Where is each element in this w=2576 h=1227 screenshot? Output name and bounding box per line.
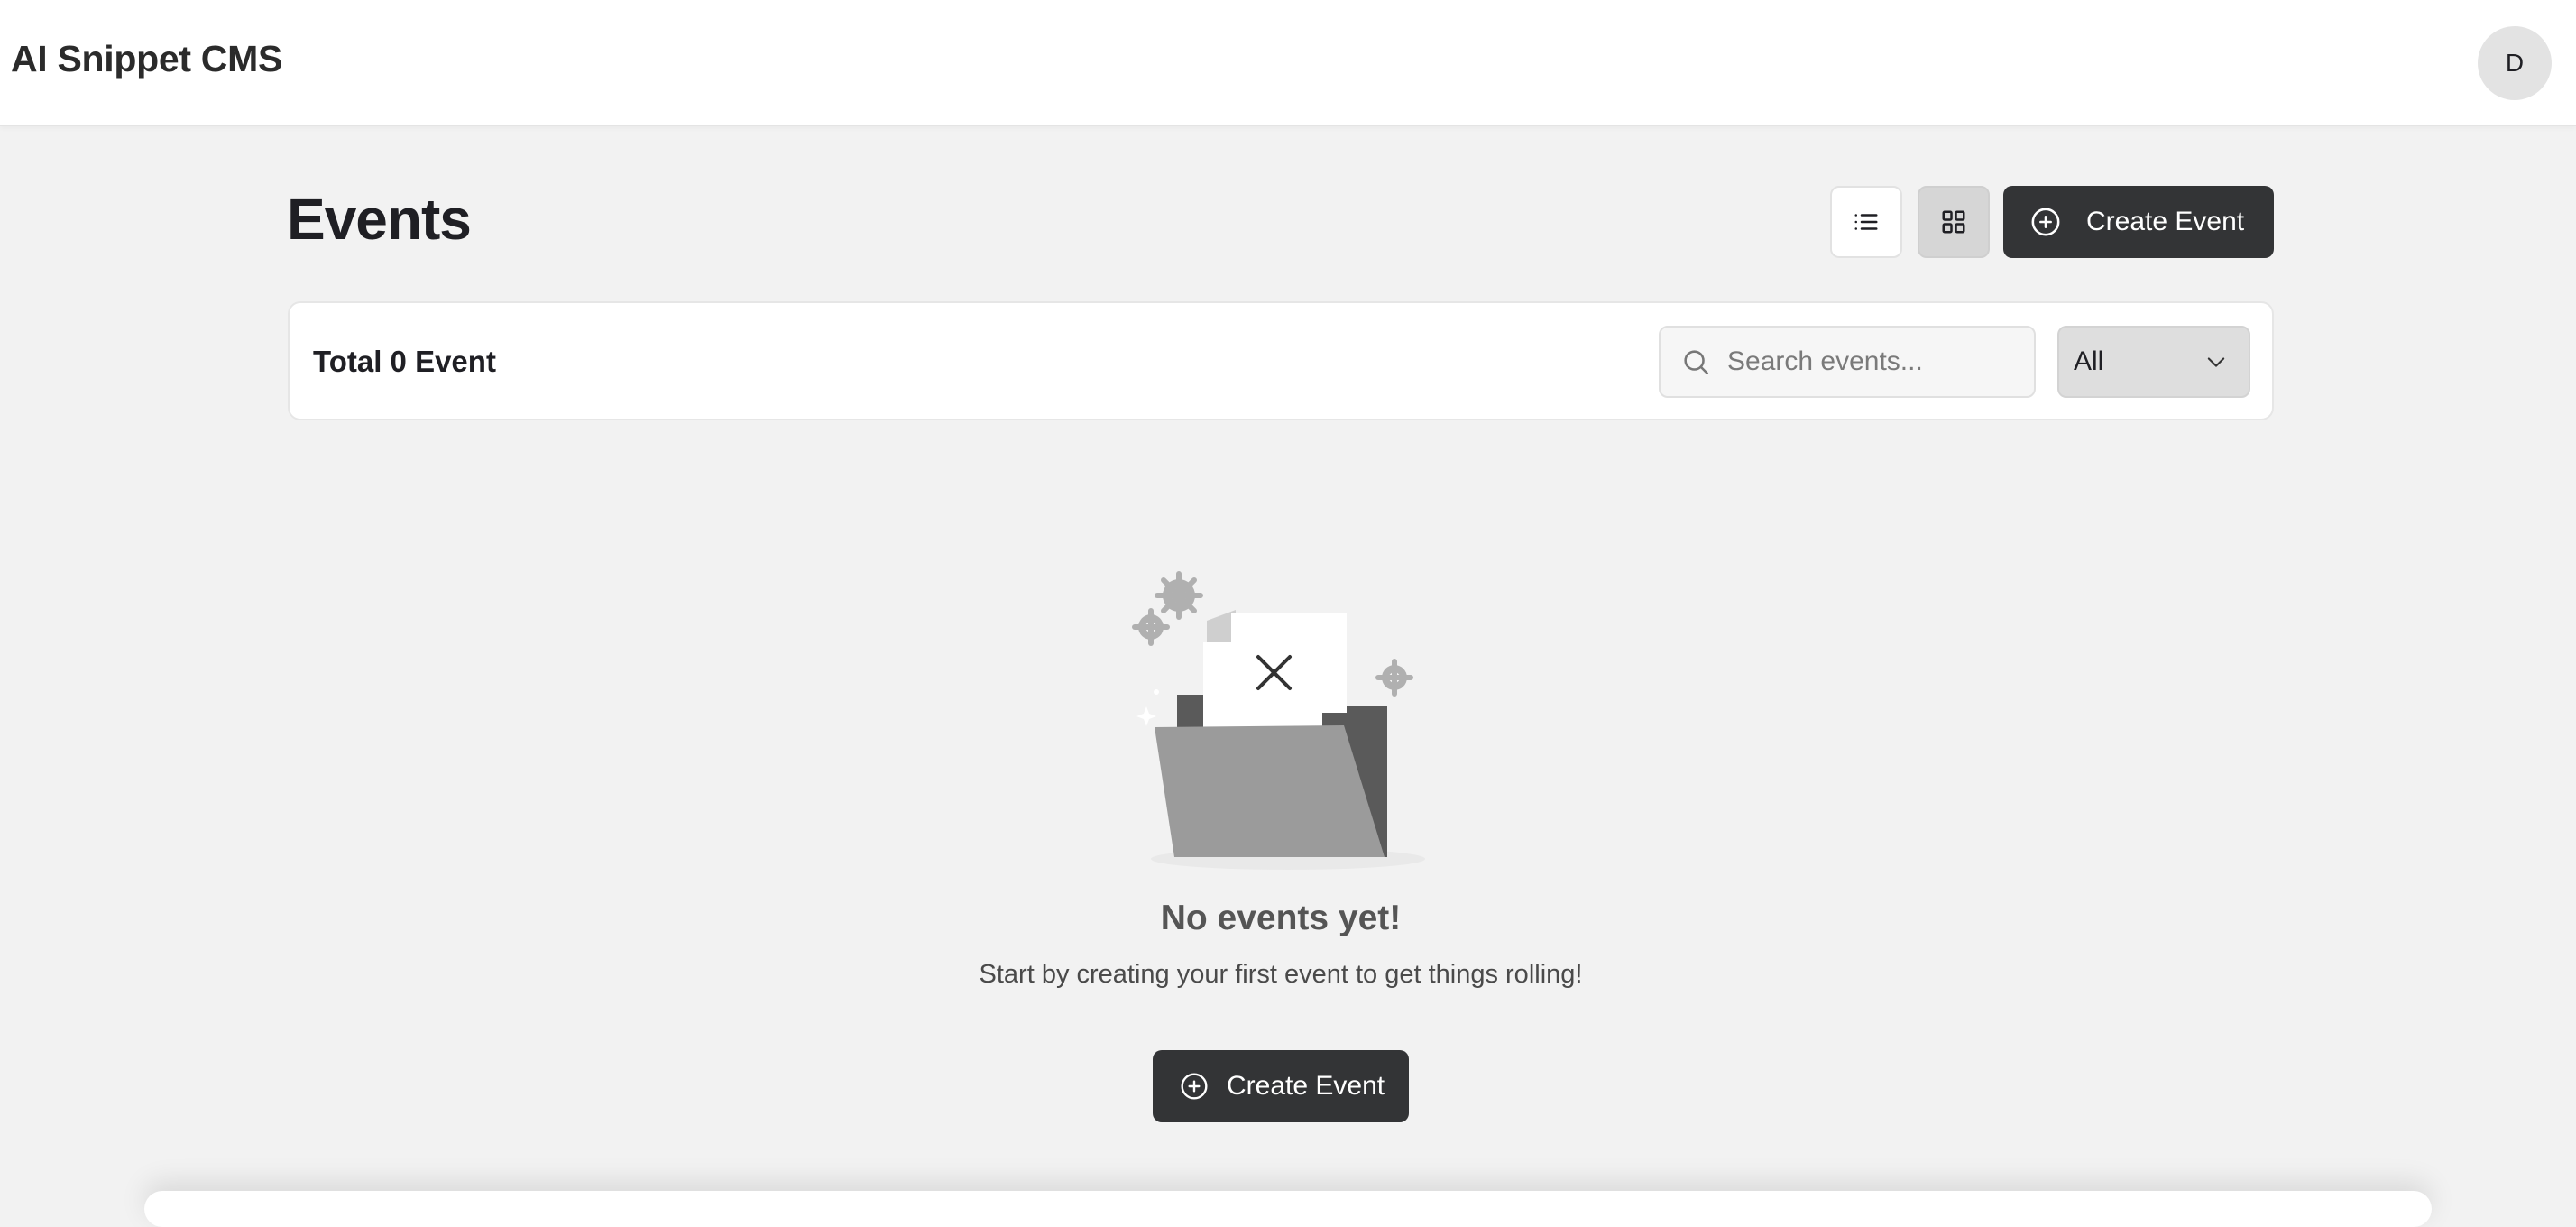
app-title: AI Snippet CMS [11, 38, 283, 79]
list-view-button[interactable] [1830, 186, 1902, 258]
filter-selected-value: All [2074, 346, 2104, 376]
plus-circle-icon [1181, 1073, 1208, 1100]
top-navbar: AI Snippet CMS D [0, 0, 2576, 126]
grid-icon [1942, 210, 1965, 234]
list-icon [1854, 214, 1878, 230]
filter-panel: Total 0 Event All [288, 301, 2274, 420]
grid-view-button[interactable] [1918, 186, 1990, 258]
bottom-panel-edge [144, 1191, 2432, 1227]
search-icon [1684, 350, 1709, 375]
filter-select[interactable]: All [2057, 326, 2250, 398]
empty-folder-icon [1132, 571, 1425, 870]
empty-state-title: No events yet! [1160, 899, 1402, 937]
user-avatar[interactable]: D [2478, 26, 2552, 100]
search-box[interactable] [1659, 326, 2036, 398]
chevron-down-icon [2207, 357, 2225, 367]
search-input[interactable] [1727, 346, 2034, 377]
create-event-empty-button[interactable]: Create Event [1153, 1050, 1409, 1122]
empty-state-subtitle: Start by creating your first event to ge… [979, 960, 1583, 989]
create-event-button-label: Create Event [2086, 207, 2245, 236]
create-event-empty-button-label: Create Event [1227, 1071, 1385, 1101]
create-event-button[interactable]: Create Event [2003, 186, 2274, 258]
total-count-label: Total 0 Event [313, 345, 496, 378]
plus-circle-icon [2031, 208, 2060, 236]
page-title: Events [287, 187, 472, 252]
